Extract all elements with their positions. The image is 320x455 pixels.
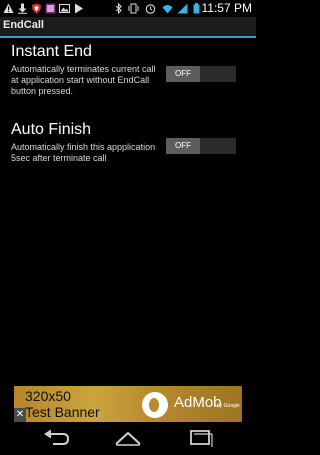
admob-logo-mark: [149, 398, 159, 412]
home-icon[interactable]: [113, 428, 143, 450]
toggle-label: OFF: [175, 69, 191, 78]
signal-icon: [177, 3, 188, 14]
screen: 11:57 PM EndCall Instant End Automatical…: [0, 0, 256, 455]
ad-banner[interactable]: 320x50 Test Banner ✕ AdMob by Google: [14, 386, 242, 422]
status-time: 11:57 PM: [201, 1, 252, 15]
recent-apps-icon[interactable]: [185, 428, 215, 450]
ad-size-text: 320x50: [25, 388, 71, 404]
status-bar: 11:57 PM: [0, 0, 256, 17]
title-bar: EndCall: [0, 17, 256, 38]
app-title: EndCall: [3, 19, 44, 31]
auto-finish-toggle[interactable]: OFF: [166, 138, 236, 154]
photo-icon: [59, 4, 70, 13]
battery-icon: [193, 3, 200, 14]
setting-auto-finish[interactable]: Auto Finish Automatically finish this ap…: [0, 120, 256, 180]
setting-description: Automatically terminates current call at…: [11, 64, 156, 96]
ad-close-icon[interactable]: ✕: [14, 408, 26, 422]
play-icon: [75, 3, 83, 14]
setting-title: Auto Finish: [11, 121, 92, 138]
nav-bar: [0, 423, 256, 455]
setting-title: Instant End: [11, 43, 92, 60]
gallery-icon: [45, 3, 56, 14]
instant-end-toggle[interactable]: OFF: [166, 66, 236, 82]
vibrate-icon: [128, 3, 139, 14]
setting-instant-end[interactable]: Instant End Automatically terminates cur…: [0, 42, 256, 108]
warning-icon: [3, 3, 14, 13]
bluetooth-icon: [115, 3, 122, 14]
ad-test-label: Test Banner: [25, 404, 100, 420]
alarm-icon: [145, 4, 156, 14]
download-icon: [18, 3, 27, 14]
wifi-icon: [162, 5, 173, 14]
ad-brand: AdMob: [174, 394, 222, 411]
setting-description: Automatically finish this appplication 5…: [11, 142, 156, 163]
shield-icon: [32, 3, 41, 14]
toggle-label: OFF: [175, 141, 191, 150]
ad-by-google: by Google: [217, 403, 240, 409]
back-icon[interactable]: [41, 428, 71, 450]
